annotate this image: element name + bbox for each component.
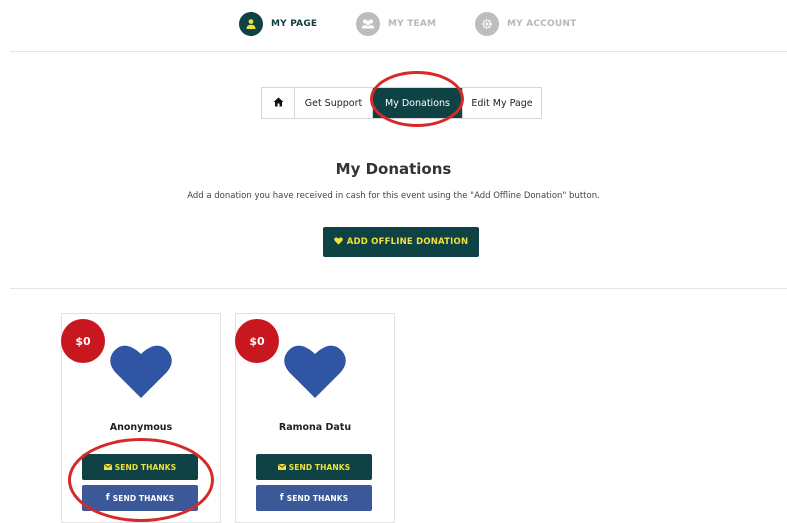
add-offline-donation-button[interactable]: ADD OFFLINE DONATION xyxy=(323,227,479,257)
donor-name: Ramona Datu xyxy=(278,422,352,433)
send-thanks-label: SEND THANKS xyxy=(114,462,177,472)
donor-name: Anonymous xyxy=(109,422,173,433)
nav-my-account[interactable]: MY ACCOUNT xyxy=(475,11,576,37)
nav-label: MY ACCOUNT xyxy=(507,19,577,29)
send-thanks-facebook-button[interactable]: f SEND THANKS xyxy=(256,485,372,511)
amount-badge: $0 xyxy=(235,319,279,363)
send-thanks-email-button[interactable]: SEND THANKS xyxy=(256,454,372,480)
page-tabs: Get Support My Donations Edit My Page xyxy=(261,87,542,119)
team-icon xyxy=(356,12,380,36)
add-offline-donation-label: ADD OFFLINE DONATION xyxy=(346,237,469,247)
nav-my-page[interactable]: MY PAGE xyxy=(239,11,317,37)
facebook-icon: f xyxy=(279,493,284,503)
page-subtitle: Add a donation you have received in cash… xyxy=(187,191,600,201)
send-thanks-email-button[interactable]: SEND THANKS xyxy=(82,454,198,480)
heart-icon xyxy=(284,345,346,398)
tab-get-support[interactable]: Get Support xyxy=(295,88,373,118)
divider xyxy=(10,288,787,289)
nav-label: MY TEAM xyxy=(388,19,437,29)
amount-badge: $0 xyxy=(61,319,105,363)
envelope-icon xyxy=(277,463,287,472)
divider xyxy=(10,51,787,52)
send-thanks-label: SEND THANKS xyxy=(112,493,175,503)
tab-home[interactable] xyxy=(262,88,295,118)
heart-icon xyxy=(333,236,343,248)
nav-label: MY PAGE xyxy=(271,19,318,29)
send-thanks-label: SEND THANKS xyxy=(286,493,349,503)
donation-card: $0 Anonymous SEND THANKS f SEND THANKS xyxy=(61,313,221,523)
envelope-icon xyxy=(103,463,113,472)
tab-my-donations[interactable]: My Donations xyxy=(373,88,463,118)
gear-icon xyxy=(475,12,499,36)
send-thanks-facebook-button[interactable]: f SEND THANKS xyxy=(82,485,198,511)
facebook-icon: f xyxy=(105,493,110,503)
tab-edit-my-page[interactable]: Edit My Page xyxy=(463,88,541,118)
nav-my-team[interactable]: MY TEAM xyxy=(356,11,436,37)
send-thanks-label: SEND THANKS xyxy=(288,462,351,472)
heart-icon xyxy=(110,345,172,398)
page-title: My Donations xyxy=(335,160,452,178)
user-icon xyxy=(239,12,263,36)
donation-card: $0 Ramona Datu SEND THANKS f SEND THANKS xyxy=(235,313,395,523)
home-icon xyxy=(273,97,284,110)
top-navigation: MY PAGE MY TEAM MY ACCOUNT xyxy=(0,0,787,52)
